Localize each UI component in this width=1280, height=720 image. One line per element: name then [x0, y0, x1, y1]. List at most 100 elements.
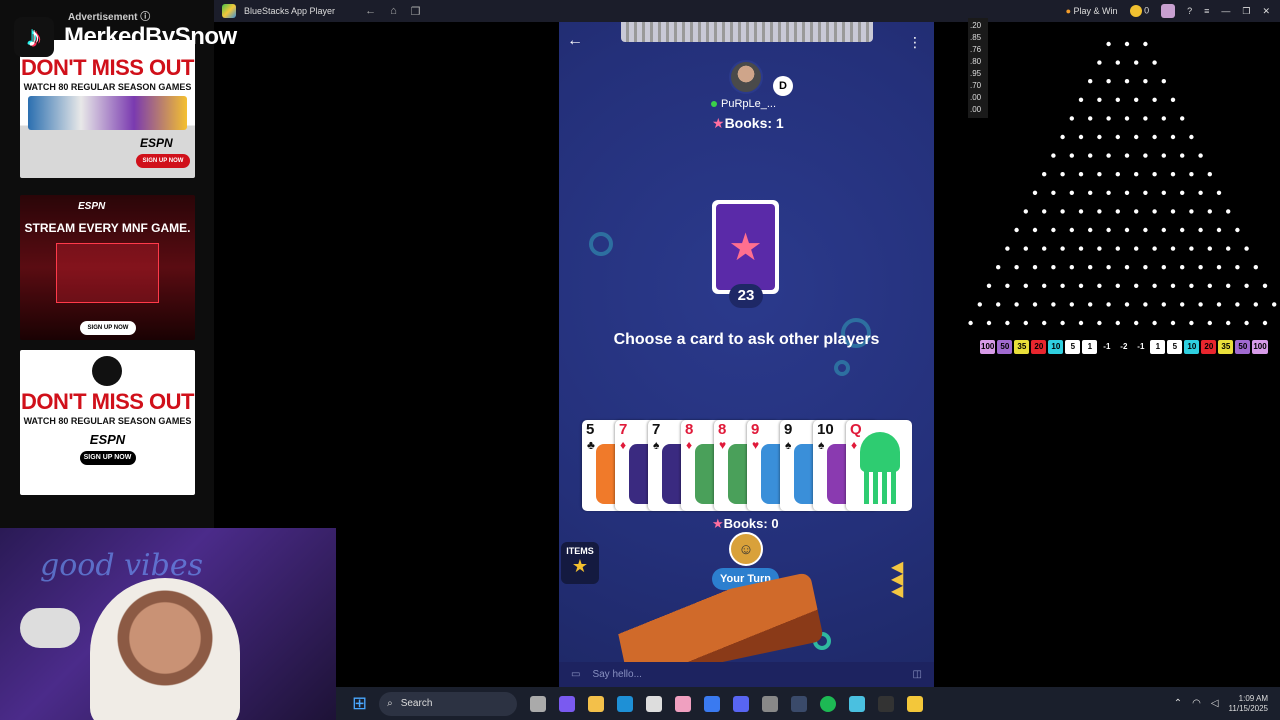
sticker-icon[interactable]: ◫ — [913, 669, 922, 680]
plinko-peg — [986, 283, 992, 288]
app-icon[interactable] — [675, 695, 692, 712]
player-hand: 5 ♣ 7 ♦ 7 ♠ 8 ♦ 8 ♥ 9 ♥ 9 ♠ 10 ♠ Q ♦ — [582, 420, 912, 511]
plinko-peg — [1124, 227, 1130, 233]
plinko-peg — [1078, 209, 1084, 214]
draw-deck[interactable]: ★ — [712, 200, 779, 294]
plinko-peg — [1161, 227, 1166, 233]
plinko-peg — [1115, 97, 1120, 103]
home-icon[interactable]: ⌂ — [390, 5, 397, 18]
card-rank: 9 — [784, 421, 793, 438]
more-options-icon[interactable]: ⋮ — [908, 34, 922, 51]
minimize-icon[interactable]: — — [1221, 6, 1230, 16]
neon-sign: good vibes — [40, 548, 203, 583]
plinko-peg — [1106, 302, 1111, 307]
plinko-peg — [1161, 116, 1166, 121]
plinko-peg — [1235, 302, 1240, 307]
profile-avatar[interactable] — [1161, 4, 1176, 18]
items-label: ITEMS — [566, 546, 594, 556]
plinko-peg — [1170, 97, 1176, 103]
plinko-peg — [1134, 320, 1139, 326]
plinko-peg — [977, 302, 982, 307]
bluestacks-icon — [222, 4, 236, 18]
chat-input[interactable]: Say hello... — [592, 669, 641, 680]
back-nav-icon[interactable]: ← — [365, 5, 376, 18]
plinko-peg — [1097, 172, 1102, 177]
plinko-peg — [1069, 227, 1074, 233]
plinko-peg — [1198, 153, 1203, 158]
windows-taskbar: ⊞ ⌕ Search ⌃ ◠ ◁ 1:09 AM 11/15/2025 — [336, 687, 1280, 720]
menu-icon[interactable]: ≡ — [1204, 6, 1209, 16]
go-fish-game: ← ⋮ D PuRpLe_... ★Books: 1 ★ 23 Choose a… — [559, 22, 934, 687]
plinko-peg — [1207, 172, 1212, 177]
ad1-signup-button[interactable]: SIGN UP NOW — [136, 154, 190, 168]
tray-chevron-icon[interactable]: ⌃ — [1174, 698, 1182, 709]
my-avatar[interactable]: ☺ — [729, 532, 763, 566]
hand-card[interactable]: Q ♦ — [846, 420, 912, 511]
play-win-button[interactable]: ● Play & Win — [1066, 6, 1118, 16]
spotify-icon[interactable] — [820, 695, 837, 712]
file-explorer-icon[interactable] — [588, 695, 605, 712]
ad3-logo: ESPN — [89, 432, 126, 447]
plinko-peg — [986, 320, 992, 326]
chat-bar[interactable]: ▭ Say hello... ◫ — [559, 662, 934, 687]
jellyfish-tentacles — [864, 470, 896, 504]
plinko-peg — [1235, 227, 1240, 233]
restore-icon[interactable]: ❐ — [1242, 6, 1250, 17]
plinko-peg — [1124, 265, 1130, 270]
clock[interactable]: 1:09 AM 11/15/2025 — [1229, 694, 1268, 714]
steam-icon[interactable] — [791, 695, 808, 712]
plinko-peg — [1097, 246, 1102, 251]
help-icon[interactable]: ? — [1187, 6, 1192, 16]
plinko-peg — [1143, 41, 1148, 47]
plinko-peg — [1115, 209, 1120, 214]
epic-games-icon[interactable] — [878, 695, 895, 712]
ad3-signup-button[interactable]: SIGN UP NOW — [79, 451, 136, 465]
starfish-card-back-icon: ★ — [716, 204, 775, 290]
plinko-peg — [1124, 190, 1130, 195]
bluestacks-taskbar-icon[interactable] — [907, 695, 924, 712]
espn-ad-3[interactable]: DON'T MISS OUT WATCH 80 REGULAR SEASON G… — [20, 350, 195, 495]
taskbar-search[interactable]: ⌕ Search — [379, 691, 518, 716]
plinko-peg — [1189, 209, 1194, 214]
items-button[interactable]: ITEMS ★ — [561, 542, 599, 584]
plinko-slot: 20 — [1031, 340, 1047, 354]
plinko-peg — [1023, 209, 1028, 214]
copilot-icon[interactable] — [704, 695, 721, 712]
plinko-peg — [1180, 190, 1185, 195]
plinko-peg — [1088, 190, 1093, 195]
ad2-signup-button[interactable]: SIGN UP NOW — [80, 321, 136, 335]
edge-icon[interactable] — [617, 695, 634, 712]
back-arrow-icon[interactable]: ← — [567, 32, 583, 50]
close-icon[interactable]: ✕ — [1262, 6, 1270, 17]
opponent-avatar[interactable] — [729, 60, 763, 94]
espn-ad-2[interactable]: ESPN STREAM EVERY MNF GAME. SIGN UP NOW — [20, 195, 195, 340]
plinko-peg — [1189, 283, 1194, 288]
store-icon[interactable] — [646, 695, 663, 712]
plinko-peg — [1069, 116, 1074, 121]
plinko-peg — [1078, 97, 1084, 103]
plinko-peg — [1060, 172, 1065, 177]
plinko-peg — [1152, 172, 1157, 177]
scale-value: .76 — [970, 45, 982, 54]
plinko-peg — [1216, 190, 1222, 195]
discord-icon[interactable] — [733, 695, 750, 712]
multi-instance-icon[interactable]: ❐ — [411, 5, 421, 18]
plinko-slot: 5 — [1065, 340, 1081, 354]
plinko-peg — [1143, 116, 1148, 121]
plinko-peg — [1170, 209, 1176, 214]
fish-school-icon: ◀ ◀ ◀ — [891, 559, 904, 600]
notepad-icon[interactable] — [849, 695, 866, 712]
plinko-peg — [1106, 190, 1111, 195]
plinko-peg — [1088, 153, 1093, 158]
volume-icon[interactable]: ◁ — [1211, 698, 1219, 709]
obs-icon[interactable] — [762, 695, 779, 712]
card-suit-icon: ♥ — [752, 438, 760, 452]
plinko-peg — [1216, 227, 1222, 233]
teams-icon[interactable] — [559, 695, 576, 712]
task-view-icon[interactable] — [530, 695, 547, 712]
wifi-icon[interactable]: ◠ — [1192, 698, 1201, 709]
windows-start-icon[interactable]: ⊞ — [352, 693, 367, 714]
plinko-peg — [1207, 320, 1212, 326]
streamer-brand: ♪ MerkedBySnow — [14, 14, 237, 60]
espn-ad-1[interactable]: DON'T MISS OUT WATCH 80 REGULAR SEASON G… — [20, 40, 195, 178]
